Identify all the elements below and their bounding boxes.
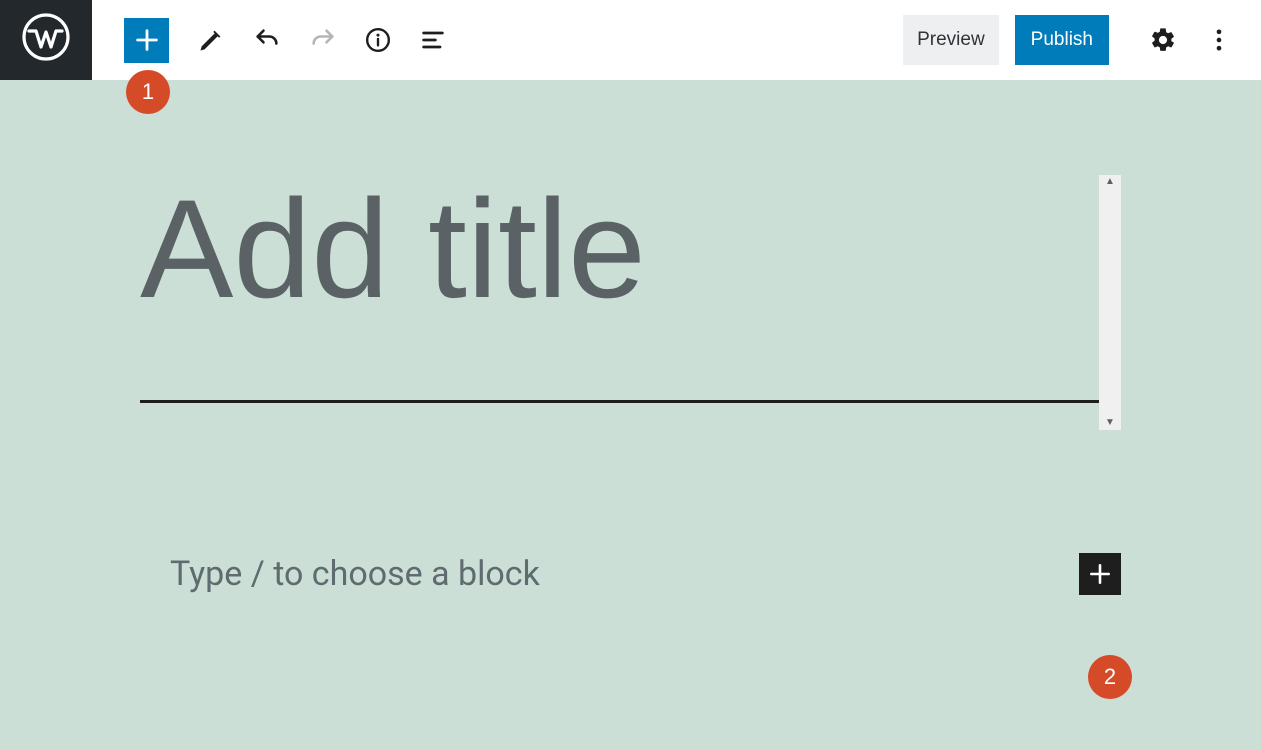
preview-button[interactable]: Preview (903, 15, 999, 65)
info-icon (365, 27, 391, 53)
post-title-block[interactable]: Add title ▲ ▼ (140, 175, 1121, 322)
undo-button[interactable] (253, 26, 281, 54)
scroll-up-icon: ▲ (1105, 177, 1115, 187)
block-placeholder-text[interactable]: Type / to choose a block (170, 554, 540, 594)
publish-button[interactable]: Publish (1015, 15, 1109, 65)
settings-button[interactable] (1149, 26, 1177, 54)
gear-icon (1149, 26, 1177, 54)
annotation-badge-1: 1 (126, 70, 170, 114)
title-divider (140, 400, 1121, 403)
plus-icon (1087, 561, 1113, 587)
redo-icon (309, 26, 337, 54)
post-title-placeholder: Add title (140, 175, 1121, 322)
more-vertical-icon (1205, 26, 1233, 54)
outline-icon (419, 26, 447, 54)
title-scrollbar[interactable]: ▲ ▼ (1099, 175, 1121, 430)
outline-button[interactable] (419, 26, 447, 54)
edit-tool-button[interactable] (197, 26, 225, 54)
undo-icon (253, 26, 281, 54)
redo-button[interactable] (309, 26, 337, 54)
inline-add-block-button[interactable] (1079, 553, 1121, 595)
wordpress-logo[interactable] (0, 0, 92, 80)
annotation-badge-2: 2 (1088, 655, 1132, 699)
editor-topbar: Preview Publish (0, 0, 1261, 80)
more-options-button[interactable] (1205, 26, 1233, 54)
scroll-down-icon: ▼ (1105, 418, 1115, 428)
editor-canvas: Add title ▲ ▼ Type / to choose a block 1… (0, 80, 1261, 750)
add-block-button[interactable] (124, 18, 169, 63)
default-block-row: Type / to choose a block (140, 553, 1121, 595)
pencil-icon (197, 26, 225, 54)
plus-icon (133, 26, 161, 54)
info-button[interactable] (365, 27, 391, 53)
toolbar-right: Preview Publish (903, 15, 1241, 65)
editor-content: Add title ▲ ▼ Type / to choose a block (140, 80, 1121, 750)
wordpress-icon (22, 13, 70, 61)
toolbar-left (92, 18, 447, 63)
